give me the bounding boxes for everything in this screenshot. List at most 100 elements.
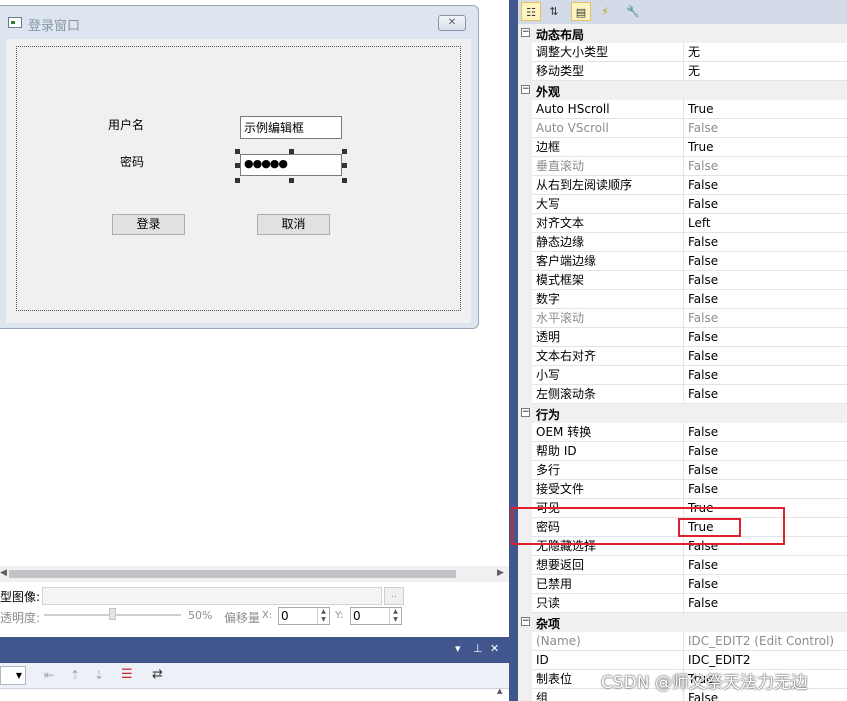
property-name[interactable]: Auto VScroll: [532, 119, 684, 138]
collapse-icon[interactable]: −: [521, 617, 530, 626]
property-row[interactable]: 客户端边缘 False: [518, 252, 847, 271]
property-category[interactable]: − 外观: [518, 81, 847, 100]
property-value[interactable]: False: [684, 328, 847, 347]
property-value[interactable]: False: [684, 594, 847, 613]
property-row[interactable]: 接受文件 False: [518, 480, 847, 499]
dropdown-chevron-icon[interactable]: ▼: [0, 666, 26, 685]
property-row[interactable]: 从右到左阅读顺序 False: [518, 176, 847, 195]
categorized-view-icon[interactable]: ☷: [521, 2, 541, 21]
property-name[interactable]: 垂直滚动: [532, 157, 684, 176]
property-name[interactable]: 数字: [532, 290, 684, 309]
property-name[interactable]: 帮助 ID: [532, 442, 684, 461]
collapse-icon[interactable]: −: [521, 408, 530, 417]
resize-handle[interactable]: [235, 149, 240, 154]
spin-x-icon[interactable]: ▲ ▼: [317, 608, 329, 624]
property-row[interactable]: OEM 转换 False: [518, 423, 847, 442]
property-name[interactable]: 水平滚动: [532, 309, 684, 328]
resize-handle[interactable]: [289, 149, 294, 154]
property-value[interactable]: 无: [684, 62, 847, 81]
property-name[interactable]: 边框: [532, 138, 684, 157]
property-name[interactable]: OEM 转换: [532, 423, 684, 442]
property-row[interactable]: 文本右对齐 False: [518, 347, 847, 366]
property-name[interactable]: 只读: [532, 594, 684, 613]
horizontal-scrollbar[interactable]: ◀ ▶: [0, 566, 509, 582]
scroll-left-icon[interactable]: ◀: [0, 568, 7, 578]
resize-handle[interactable]: [235, 178, 240, 183]
dialog-close-button[interactable]: ✕: [438, 15, 466, 31]
login-button[interactable]: 登录: [112, 214, 185, 235]
property-name[interactable]: (Name): [532, 632, 684, 651]
property-row[interactable]: 透明 False: [518, 328, 847, 347]
scroll-right-icon[interactable]: ▶: [497, 568, 504, 578]
scrollbar-thumb[interactable]: [9, 570, 456, 578]
property-name[interactable]: 接受文件: [532, 480, 684, 499]
property-value[interactable]: False: [684, 309, 847, 328]
property-name[interactable]: 想要返回: [532, 556, 684, 575]
property-value[interactable]: False: [684, 271, 847, 290]
property-value[interactable]: False: [684, 347, 847, 366]
property-row[interactable]: 只读 False: [518, 594, 847, 613]
property-row[interactable]: Auto VScroll False: [518, 119, 847, 138]
property-name[interactable]: 已禁用: [532, 575, 684, 594]
property-row[interactable]: 模式框架 False: [518, 271, 847, 290]
resize-handle[interactable]: [342, 178, 347, 183]
property-name[interactable]: 大写: [532, 195, 684, 214]
property-row[interactable]: 边框 True: [518, 138, 847, 157]
property-name[interactable]: 多行: [532, 461, 684, 480]
property-name[interactable]: 对齐文本: [532, 214, 684, 233]
property-value[interactable]: False: [684, 461, 847, 480]
property-category[interactable]: − 行为: [518, 404, 847, 423]
scroll-up-icon[interactable]: ▲: [497, 687, 502, 695]
resize-handle[interactable]: [235, 163, 240, 168]
move-down-icon[interactable]: ⇣: [94, 668, 104, 682]
property-category[interactable]: − 杂项: [518, 613, 847, 632]
property-row[interactable]: 已禁用 False: [518, 575, 847, 594]
property-row[interactable]: 水平滚动 False: [518, 309, 847, 328]
resize-handle[interactable]: [342, 163, 347, 168]
property-name[interactable]: Auto HScroll: [532, 100, 684, 119]
property-value[interactable]: False: [684, 176, 847, 195]
panel-splitter[interactable]: [509, 0, 518, 701]
property-name[interactable]: 左侧滚动条: [532, 385, 684, 404]
property-value[interactable]: IDC_EDIT2 (Edit Control): [684, 632, 847, 651]
property-value[interactable]: False: [684, 157, 847, 176]
property-value[interactable]: False: [684, 195, 847, 214]
alphabetical-view-icon[interactable]: ⇅: [544, 2, 564, 21]
pin-icon[interactable]: ⊥: [473, 642, 483, 655]
window-menu-icon[interactable]: ▾: [455, 642, 461, 655]
property-category[interactable]: − 动态布局: [518, 24, 847, 43]
property-row[interactable]: 大写 False: [518, 195, 847, 214]
property-value[interactable]: Left: [684, 214, 847, 233]
property-value[interactable]: False: [684, 233, 847, 252]
property-name[interactable]: 透明: [532, 328, 684, 347]
resize-handle[interactable]: [289, 178, 294, 183]
property-row[interactable]: 调整大小类型无: [518, 43, 847, 62]
property-value[interactable]: False: [684, 252, 847, 271]
close-icon[interactable]: ✕: [490, 642, 499, 655]
property-value[interactable]: False: [684, 575, 847, 594]
collapse-icon[interactable]: −: [521, 85, 530, 94]
property-pages-icon[interactable]: 🔧: [623, 2, 643, 21]
property-row[interactable]: 想要返回 False: [518, 556, 847, 575]
property-name[interactable]: 从右到左阅读顺序: [532, 176, 684, 195]
resize-handle[interactable]: [342, 149, 347, 154]
move-up-icon[interactable]: ⇡: [70, 668, 80, 682]
property-row[interactable]: 小写 False: [518, 366, 847, 385]
property-value[interactable]: False: [684, 290, 847, 309]
property-row[interactable]: Auto HScroll True: [518, 100, 847, 119]
username-edit[interactable]: 示例编辑框: [240, 116, 342, 139]
property-value[interactable]: True: [684, 100, 847, 119]
image-path-input[interactable]: [42, 587, 382, 605]
property-value[interactable]: False: [684, 385, 847, 404]
transparency-slider-thumb[interactable]: [109, 608, 116, 620]
property-value[interactable]: 无: [684, 43, 847, 62]
browse-button[interactable]: ..: [384, 587, 404, 605]
property-row[interactable]: 多行 False: [518, 461, 847, 480]
swap-icon[interactable]: ⇄: [152, 667, 163, 682]
password-label[interactable]: 密码: [120, 153, 144, 170]
property-value[interactable]: False: [684, 366, 847, 385]
collapse-icon[interactable]: −: [521, 28, 530, 37]
password-edit[interactable]: ●●●●●: [240, 154, 342, 176]
property-row[interactable]: 垂直滚动 False: [518, 157, 847, 176]
property-value[interactable]: False: [684, 423, 847, 442]
